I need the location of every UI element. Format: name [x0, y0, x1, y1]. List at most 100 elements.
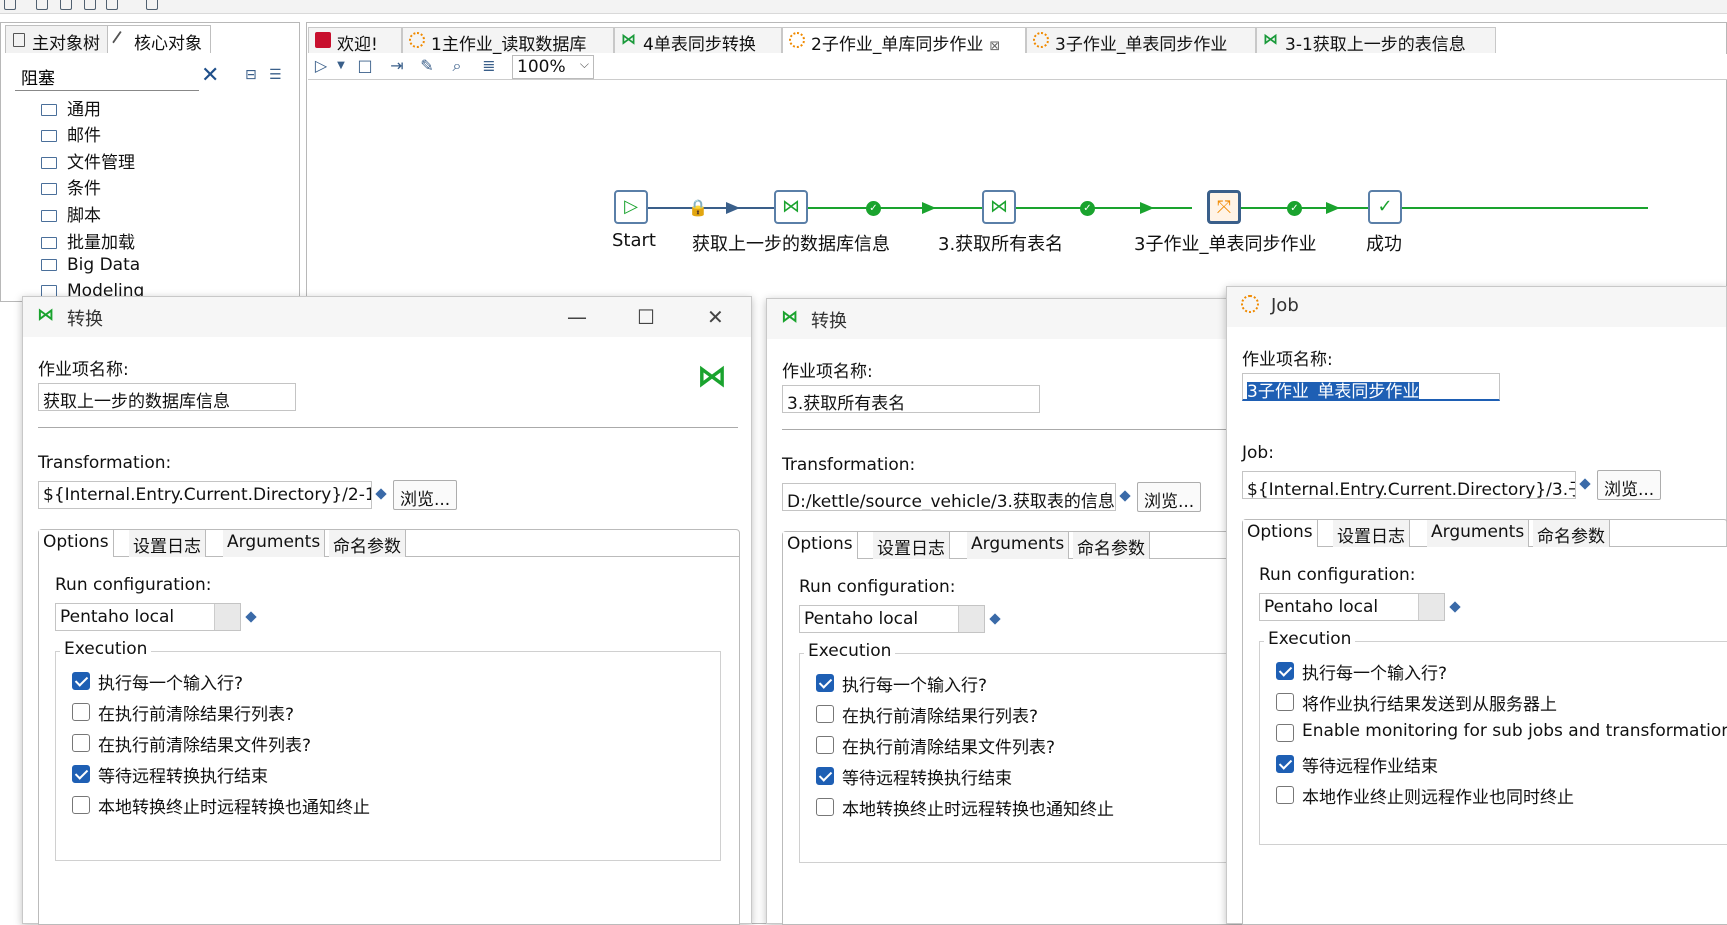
welcome-icon — [315, 32, 331, 48]
run-config-select[interactable]: Pentaho local — [799, 605, 985, 633]
minimize-icon[interactable]: — — [567, 305, 587, 329]
run-options-icon[interactable]: ⇥ — [388, 57, 406, 75]
tree-item[interactable]: 通用 — [41, 95, 101, 120]
option-checkbox[interactable] — [1276, 693, 1294, 711]
check-icon[interactable]: ✎ — [418, 57, 436, 75]
save-icon[interactable] — [84, 0, 96, 10]
execution-label: Execution — [60, 639, 152, 659]
run-icon[interactable]: ▷ — [312, 57, 330, 75]
tab-single-db-sync-job[interactable]: 2子作业_单库同步作业 ⊠ — [782, 27, 1026, 55]
option-checkbox[interactable] — [816, 674, 834, 692]
tab-arguments[interactable]: Arguments — [967, 532, 1070, 559]
tab-get-table-info[interactable]: ⋈ 3-1获取上一步的表信息 — [1256, 27, 1496, 55]
tab-options[interactable]: Options — [1243, 520, 1318, 547]
run-dropdown-icon[interactable]: ▼ — [332, 57, 350, 75]
tab-logging[interactable]: 设置日志 — [1333, 520, 1410, 547]
option-label: 在执行前清除结果行列表? — [842, 707, 1039, 727]
preview-icon[interactable]: ⌕ — [448, 57, 466, 75]
transformation-path-field[interactable]: ${Internal.Entry.Current.Directory}/2-1 — [38, 481, 372, 509]
tab-arguments[interactable]: Arguments — [223, 530, 326, 557]
tab-logging[interactable]: 设置日志 — [129, 530, 206, 557]
option-label: 执行每一个输入行? — [842, 676, 988, 696]
option-checkbox[interactable] — [816, 767, 834, 785]
tab-single-table-sync-job[interactable]: 3子作业_单表同步作业 — [1026, 27, 1256, 55]
run-config-select[interactable]: Pentaho local — [1259, 593, 1445, 621]
job-path-field[interactable]: ${Internal.Entry.Current.Directory}/3.子 — [1242, 471, 1576, 499]
layers-icon[interactable] — [146, 0, 158, 10]
run-config-select[interactable]: Pentaho local — [55, 603, 241, 631]
dialog-titlebar[interactable]: ⋈ 转换 — ☐ ✕ — [23, 297, 751, 337]
dialog-titlebar[interactable]: ⋈ 转换 — [767, 299, 1245, 339]
hop-line[interactable] — [1012, 207, 1192, 209]
tab-options[interactable]: Options — [39, 530, 114, 557]
tab-named-params[interactable]: 命名参数 — [329, 530, 406, 557]
tab-single-table-transform[interactable]: ⋈ 4单表同步转换 — [614, 27, 782, 55]
maximize-icon[interactable]: ☐ — [637, 305, 655, 329]
tab-main-job[interactable]: 1主作业_读取数据库 — [402, 27, 614, 55]
tree-label: 脚本 — [67, 206, 101, 226]
entry-name-field[interactable]: 获取上一步的数据库信息 — [38, 383, 296, 411]
job-node[interactable]: ⤧ — [1207, 190, 1241, 224]
stop-icon[interactable]: □ — [356, 57, 374, 75]
clear-search-icon[interactable]: ✕ — [201, 63, 219, 88]
start-node[interactable]: ▷ — [614, 190, 648, 224]
option-checkbox[interactable] — [72, 796, 90, 814]
tab-main-object-tree[interactable]: 主对象树 — [5, 25, 109, 54]
tree-item[interactable]: 批量加载 — [41, 228, 135, 253]
transformation-node[interactable]: ⋈ — [982, 190, 1016, 224]
explore-icon[interactable] — [60, 0, 72, 10]
tab-label: 欢迎! — [337, 35, 378, 55]
option-checkbox[interactable] — [1276, 662, 1294, 680]
tab-arguments[interactable]: Arguments — [1427, 520, 1530, 547]
entry-name-field[interactable]: 3子作业_单表同步作业 — [1242, 373, 1500, 401]
success-node[interactable]: ✓ — [1368, 190, 1402, 224]
close-icon[interactable]: ✕ — [707, 305, 724, 329]
tab-options[interactable]: Options — [783, 532, 858, 559]
transformation-path-field[interactable]: D:/kettle/source_vehicle/3.获取表的信息 — [782, 483, 1116, 511]
open-file-icon[interactable] — [36, 0, 48, 10]
tree-label: 批量加载 — [67, 233, 135, 253]
tree-item[interactable]: 脚本 — [41, 201, 101, 226]
option-checkbox[interactable] — [72, 765, 90, 783]
close-tab-icon[interactable]: ⊠ — [989, 39, 1000, 54]
tree-item[interactable]: 条件 — [41, 174, 101, 199]
dropdown-button[interactable] — [958, 606, 984, 632]
sql-icon[interactable]: ≣ — [480, 57, 498, 75]
option-checkbox[interactable] — [72, 703, 90, 721]
option-checkbox[interactable] — [1276, 786, 1294, 804]
expand-all-icon[interactable]: ☰ — [269, 67, 282, 83]
success-dot-icon: ✓ — [1080, 201, 1095, 216]
lock-icon: 🔒 — [688, 198, 708, 217]
option-checkbox[interactable] — [72, 672, 90, 690]
dropdown-button[interactable] — [1418, 594, 1444, 620]
option-checkbox[interactable] — [1276, 755, 1294, 773]
options-panel: Run configuration: Pentaho local Executi… — [1242, 547, 1727, 925]
dropdown-button[interactable] — [214, 604, 240, 630]
browse-button[interactable]: 浏览... — [393, 480, 458, 510]
new-file-icon[interactable] — [4, 0, 16, 10]
tree-item[interactable]: 邮件 — [41, 121, 101, 146]
tree-item[interactable]: 文件管理 — [41, 148, 135, 173]
option-checkbox[interactable] — [1276, 724, 1294, 742]
tab-logging[interactable]: 设置日志 — [873, 532, 950, 559]
tab-core-objects[interactable]: 核心对象 — [107, 25, 211, 54]
dialog-titlebar[interactable]: Job — [1227, 287, 1726, 327]
browse-button[interactable]: 浏览... — [1597, 470, 1662, 500]
collapse-all-icon[interactable]: ⊟ — [245, 67, 257, 83]
save-as-icon[interactable] — [106, 0, 118, 10]
search-input[interactable] — [15, 63, 199, 91]
option-checkbox[interactable] — [816, 705, 834, 723]
option-checkbox[interactable] — [816, 736, 834, 754]
tab-named-params[interactable]: 命名参数 — [1073, 532, 1150, 559]
tab-named-params[interactable]: 命名参数 — [1533, 520, 1610, 547]
tree-item[interactable]: Big Data — [41, 255, 140, 279]
option-checkbox[interactable] — [816, 798, 834, 816]
tab-welcome[interactable]: 欢迎! — [308, 27, 402, 55]
transformation-node[interactable]: ⋈ — [774, 190, 808, 224]
entry-name-field[interactable]: 3.获取所有表名 — [782, 385, 1040, 413]
browse-button[interactable]: 浏览... — [1137, 482, 1202, 512]
zoom-select[interactable]: 100% ⌵ — [512, 55, 594, 79]
variable-icon — [1449, 601, 1461, 613]
option-checkbox[interactable] — [72, 734, 90, 752]
folder-icon — [41, 157, 57, 169]
